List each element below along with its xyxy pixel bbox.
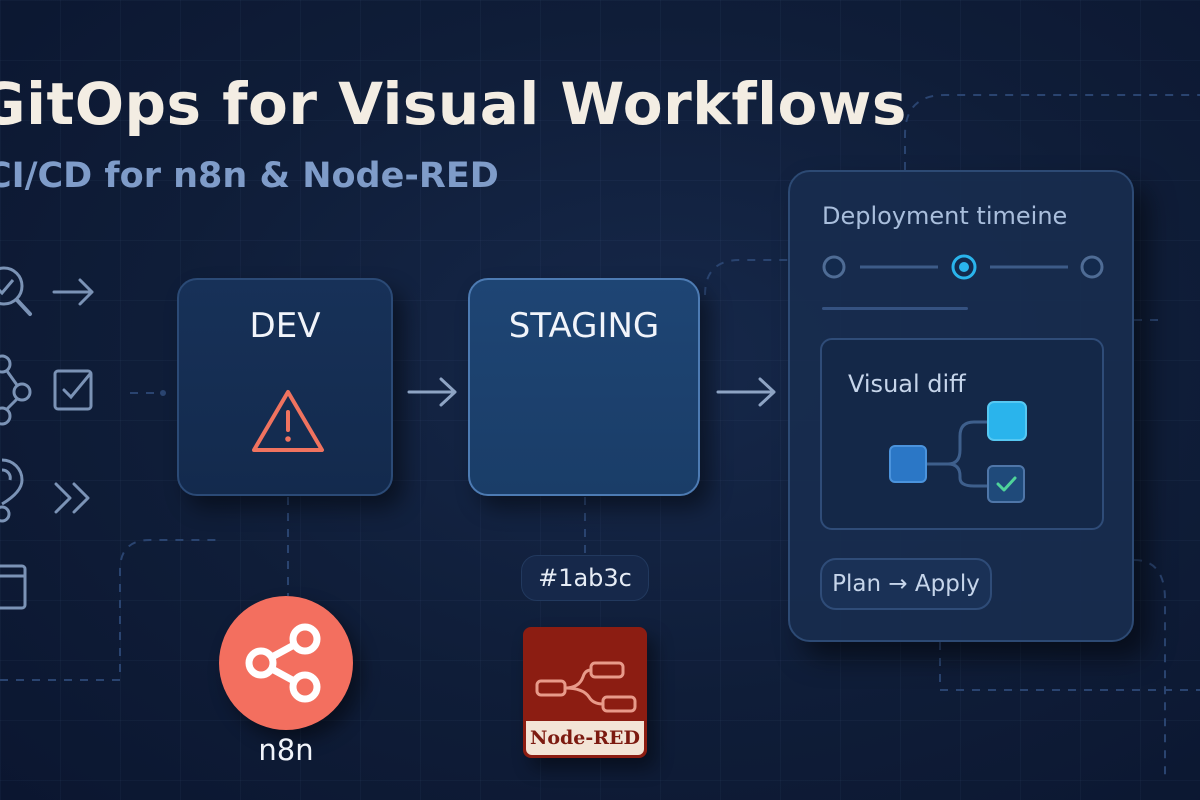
arrow-staging-to-panel-icon: [716, 377, 776, 407]
checkbox-icon: [53, 369, 93, 411]
page-subtitle: CI/CD for n8n & Node-RED: [0, 156, 499, 196]
double-chevron-right-icon: [54, 482, 90, 514]
nodered-label: Node-RED: [526, 721, 644, 755]
window-icon: [0, 564, 27, 610]
deployment-panel: Deployment timeine Visual diff Plan → Ap…: [788, 170, 1134, 642]
page-title: GitOps for Visual Workflows: [0, 70, 907, 138]
commit-hash-badge: #1ab3c: [521, 555, 649, 601]
timeline-step-prod: [1080, 255, 1104, 279]
stage-dev-label: DEV: [249, 306, 321, 346]
diff-node-source: [889, 445, 927, 483]
stage-dev[interactable]: DEV: [177, 278, 393, 496]
deployment-timeline[interactable]: [820, 252, 1110, 282]
plan-apply-button[interactable]: Plan → Apply: [820, 558, 992, 610]
stage-staging-label: STAGING: [508, 306, 660, 346]
location-node-icon: [0, 458, 24, 523]
timeline-step-staging-dot: [959, 262, 969, 272]
warning-icon: [252, 390, 324, 452]
nodered-logo: Node-RED: [523, 627, 647, 758]
arrow-dev-to-staging-icon: [407, 377, 457, 407]
arrow-right-icon: [52, 278, 94, 306]
visual-diff-box: Visual diff: [820, 338, 1104, 530]
panel-divider: [822, 307, 968, 310]
diff-node-checked: [987, 465, 1025, 503]
flow-nodes-icon: [535, 661, 637, 713]
share-node-icon: [0, 354, 32, 426]
panel-title: Deployment timeine: [822, 202, 1068, 230]
n8n-logo: [219, 596, 353, 730]
stage-staging[interactable]: STAGING: [468, 278, 700, 496]
diff-node-added: [987, 401, 1027, 441]
n8n-label: n8n: [258, 733, 314, 767]
share-icon: [245, 623, 321, 703]
search-check-icon: [0, 266, 32, 316]
diff-graph: [889, 401, 1027, 503]
timeline-step-dev: [822, 255, 846, 279]
